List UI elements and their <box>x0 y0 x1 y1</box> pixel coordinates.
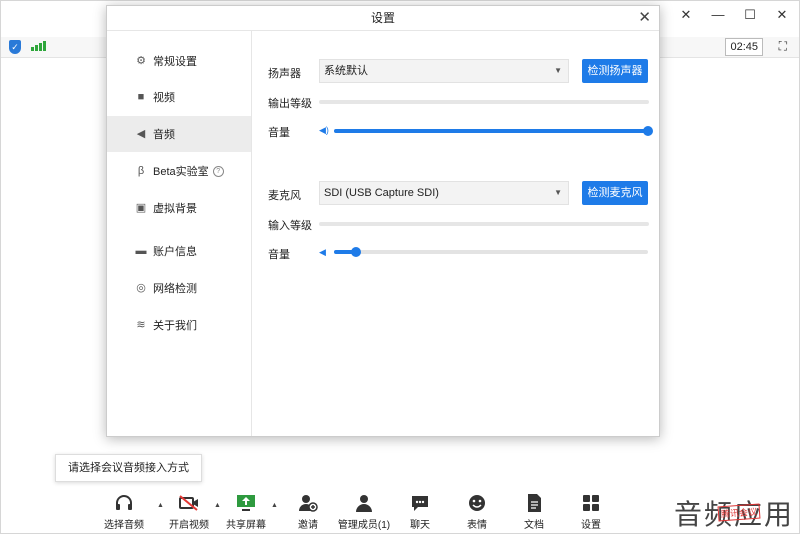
video-camera-icon: ■ <box>137 91 145 103</box>
sidebar-item-label: 常规设置 <box>153 56 197 68</box>
toolbar-label: 聊天 <box>410 520 430 531</box>
speaker-volume-icon: ◀) <box>319 125 329 135</box>
chat-icon <box>392 492 448 514</box>
invite-button[interactable]: 邀请 <box>280 492 336 531</box>
settings-sidebar: ⚙ 常规设置 ■ 视频 ◀ 音频 β Beta实验室 ? ▣ 虚拟背景 ▬ 账户… <box>107 31 252 436</box>
sidebar-item-label: 视频 <box>153 92 175 104</box>
audio-settings-panel: 扬声器 系统默认 ▼ 检测扬声器 输出等级 音量 ◀) 麦克风 SDI (USB… <box>252 31 659 436</box>
manage-members-button[interactable]: 管理成员(1) <box>336 492 392 531</box>
output-volume-label: 音量 <box>268 127 290 139</box>
toolbar-label: 邀请 <box>298 520 318 531</box>
minimize-button[interactable]: — <box>711 7 725 23</box>
meeting-timer: 02:45 <box>725 38 763 56</box>
dialog-title: 设置 <box>107 6 659 31</box>
toolbar-label: 开启视频 <box>169 520 209 531</box>
sidebar-item-label: 网络检测 <box>153 283 197 295</box>
sidebar-item-label: 虚拟背景 <box>153 203 197 215</box>
sidebar-item-label: Beta实验室 <box>153 166 209 178</box>
maximize-button[interactable]: ☐ <box>743 7 757 23</box>
chevron-down-icon: ▼ <box>554 188 562 197</box>
sidebar-item-audio[interactable]: ◀ 音频 <box>107 116 251 152</box>
speaker-icon: ◀ <box>136 128 146 140</box>
toolbar-label: 设置 <box>581 520 601 531</box>
security-shield-icon[interactable]: ✓ <box>9 40 21 54</box>
select-audio-button[interactable]: 选择音频 <box>96 492 152 531</box>
share-options-caret-icon[interactable]: ▲ <box>271 502 278 509</box>
share-screen-button[interactable]: 共享屏幕 <box>218 492 274 531</box>
beta-icon: β <box>137 165 145 177</box>
toolbar-label: 共享屏幕 <box>226 520 266 531</box>
network-signal-icon[interactable] <box>31 41 46 51</box>
emoji-icon <box>449 492 505 514</box>
sidebar-item-about[interactable]: ≋ 关于我们 <box>107 307 251 343</box>
input-level-label: 输入等级 <box>268 220 312 232</box>
slider-handle[interactable] <box>643 126 653 136</box>
watermark-stamp: 腾讯会议 <box>717 503 761 522</box>
members-icon <box>336 492 392 514</box>
globe-icon: ◎ <box>136 282 146 294</box>
video-off-icon <box>161 492 217 514</box>
sidebar-item-account[interactable]: ▬ 账户信息 <box>107 233 251 269</box>
output-level-label: 输出等级 <box>268 98 312 110</box>
fullscreen-icon[interactable]: ⛶ <box>779 39 787 54</box>
speaker-label: 扬声器 <box>268 68 301 80</box>
window-controls: ✕ — ☐ ✕ <box>679 7 789 23</box>
output-level-meter <box>319 100 649 104</box>
slider-fill <box>334 129 648 133</box>
sidebar-item-label: 关于我们 <box>153 320 197 332</box>
microphone-label: 麦克风 <box>268 190 301 202</box>
emoji-button[interactable]: 表情 <box>449 492 505 531</box>
input-volume-label: 音量 <box>268 249 290 261</box>
start-video-button[interactable]: 开启视频 <box>161 492 217 531</box>
sidebar-item-label: 账户信息 <box>153 246 197 258</box>
close-button[interactable]: ✕ <box>679 7 693 23</box>
invite-icon <box>280 492 336 514</box>
chevron-down-icon: ▼ <box>554 66 562 75</box>
settings-button[interactable]: 设置 <box>563 492 619 531</box>
close-window-button[interactable]: ✕ <box>775 7 789 23</box>
output-volume-slider[interactable] <box>334 126 653 136</box>
toolbar-label: 文档 <box>524 520 544 531</box>
sidebar-item-general[interactable]: ⚙ 常规设置 <box>107 43 251 79</box>
dialog-close-icon[interactable]: ✕ <box>638 8 651 26</box>
toolbar-label: 管理成员(1) <box>337 520 391 531</box>
headset-icon <box>96 492 152 514</box>
account-card-icon: ▬ <box>135 245 147 257</box>
chat-button[interactable]: 聊天 <box>392 492 448 531</box>
sidebar-item-beta-lab[interactable]: β Beta实验室 ? <box>107 153 251 189</box>
settings-grid-icon <box>563 492 619 514</box>
share-screen-icon <box>218 492 274 514</box>
toolbar-label: 选择音频 <box>104 520 144 531</box>
test-microphone-button[interactable]: 检测麦克风 <box>582 181 648 205</box>
gear-icon: ⚙ <box>136 55 146 67</box>
sidebar-item-video[interactable]: ■ 视频 <box>107 79 251 115</box>
documents-button[interactable]: 文档 <box>506 492 562 531</box>
microphone-select[interactable]: SDI (USB Capture SDI) ▼ <box>319 181 569 205</box>
sidebar-item-virtual-background[interactable]: ▣ 虚拟背景 <box>107 190 251 226</box>
about-logo-icon: ≋ <box>136 319 146 331</box>
microphone-volume-icon: ◀ <box>319 247 326 257</box>
microphone-select-value: SDI (USB Capture SDI) <box>324 187 439 199</box>
input-level-meter <box>319 222 649 226</box>
sidebar-item-network-test[interactable]: ◎ 网络检测 <box>107 270 251 306</box>
input-volume-slider[interactable] <box>334 247 648 257</box>
audio-join-tooltip: 请选择会议音频接入方式 <box>55 454 202 482</box>
slider-handle[interactable] <box>350 247 361 257</box>
sidebar-item-label: 音频 <box>153 129 175 141</box>
settings-dialog: 设置 ✕ ⚙ 常规设置 ■ 视频 ◀ 音频 β Beta实验室 ? ▣ 虚拟背景… <box>106 5 660 437</box>
document-icon <box>506 492 562 514</box>
speaker-select[interactable]: 系统默认 ▼ <box>319 59 569 83</box>
speaker-select-value: 系统默认 <box>324 65 368 77</box>
test-speaker-button[interactable]: 检测扬声器 <box>582 59 648 83</box>
toolbar-label: 表情 <box>467 520 487 531</box>
help-icon[interactable]: ? <box>212 165 224 177</box>
virtual-background-icon: ▣ <box>135 202 147 214</box>
